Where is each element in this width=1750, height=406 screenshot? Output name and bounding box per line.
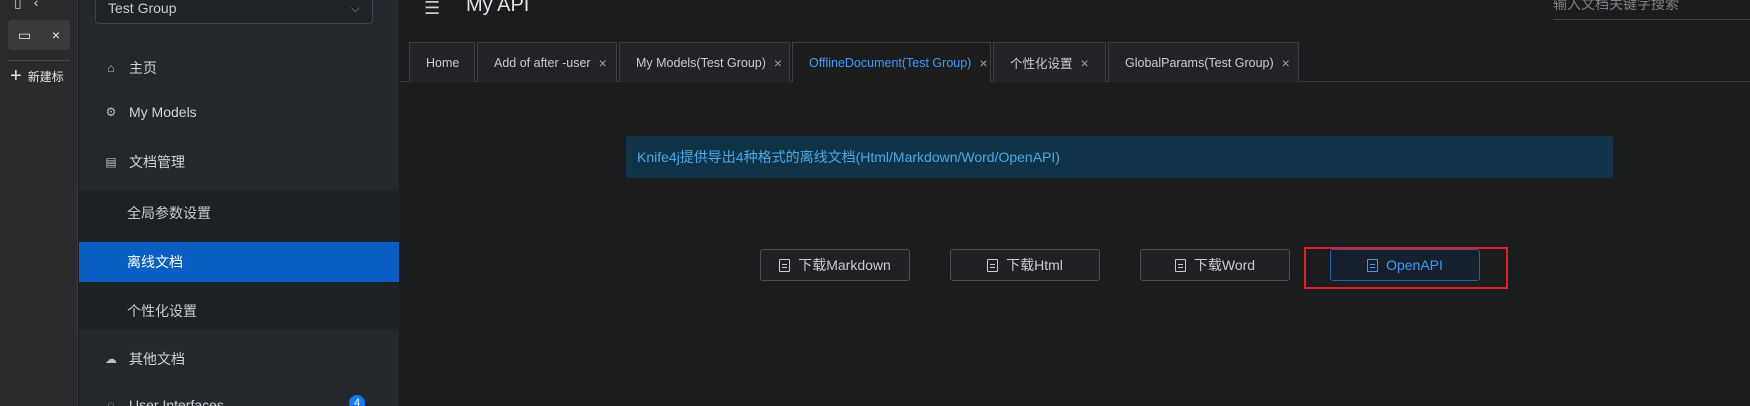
count-badge: 4 [349,395,365,406]
sidebar-subitem-offline-doc[interactable]: 离线文档 [79,242,399,282]
sidebar-item-my-models[interactable]: ⚙ My Models [79,92,399,132]
document-manage-icon: ▤ [105,155,117,169]
back-icon[interactable]: ‹ [34,0,39,11]
browser-tab-strip: ▯ ‹ ▭ × + 新建标 [0,0,78,406]
cloud-icon: ☁ [105,352,117,366]
download-markdown-button[interactable]: 下载Markdown [760,249,910,281]
tab-bar: Home Add of after -user × My Models(Test… [400,42,1750,82]
close-icon[interactable]: × [979,55,987,71]
close-icon[interactable]: × [1282,55,1290,71]
sidebar-toggle-icon[interactable]: ▯ [14,0,22,11]
close-icon[interactable]: × [1081,55,1089,71]
tab-add-of-after-user[interactable]: Add of after -user × [477,42,617,82]
markdown-file-icon [779,258,791,272]
page-icon: ▭ [18,26,32,43]
download-html-button[interactable]: 下载Html [950,249,1100,281]
info-alert: Knife4j提供导出4种格式的离线文档(Html/Markdown/Word/… [626,136,1613,178]
home-icon: ⌂ [107,61,115,75]
main-area: ☰ My API 输入文档关键字搜索 Home Add of after -us… [400,0,1750,406]
sidebar: Test Group ⌵ ⌂ 主页 ⚙ My Models ▤ 文档管理 全局参… [79,0,399,406]
group-select[interactable]: Test Group ⌵ [95,0,373,24]
html-file-icon [987,258,999,272]
search-input[interactable]: 输入文档关键字搜索 [1553,0,1750,20]
download-word-button[interactable]: 下载Word [1140,249,1290,281]
new-tab-button[interactable]: + 新建标 [10,66,76,86]
group-select-value: Test Group [108,0,177,16]
models-icon: ⚙ [105,105,117,119]
close-icon[interactable]: × [774,55,782,71]
tab-personalize[interactable]: 个性化设置 × [993,42,1106,82]
api-icon: ◌ [107,398,115,406]
page-title: My API [466,0,530,16]
highlight-box [1304,247,1508,289]
sidebar-item-other-docs[interactable]: ☁ 其他文档 [79,339,399,379]
word-file-icon [1174,258,1186,272]
tab-offline-document[interactable]: OfflineDocument(Test Group) × [792,42,991,82]
sidebar-subitem-global-params[interactable]: 全局参数设置 [79,193,399,233]
tab-global-params[interactable]: GlobalParams(Test Group) × [1108,42,1299,82]
app-window: ▯ ‹ ▭ × + 新建标 Test Group ⌵ ⌂ 主页 ⚙ My Mod… [0,0,1750,406]
browser-tab[interactable]: ▭ × [8,20,70,50]
sidebar-item-home[interactable]: ⌂ 主页 [79,48,399,88]
close-icon[interactable]: × [599,55,607,71]
tab-my-models[interactable]: My Models(Test Group) × [619,42,790,82]
close-tab-button[interactable]: × [52,27,60,43]
tab-home[interactable]: Home [409,42,475,82]
sidebar-item-document-manage[interactable]: ▤ 文档管理 [79,142,399,182]
plus-icon: + [10,66,22,86]
divider [8,60,70,61]
sidebar-subitem-personalize[interactable]: 个性化设置 [79,291,399,331]
chevron-down-icon: ⌵ [350,0,360,15]
menu-fold-icon[interactable]: ☰ [424,0,440,19]
